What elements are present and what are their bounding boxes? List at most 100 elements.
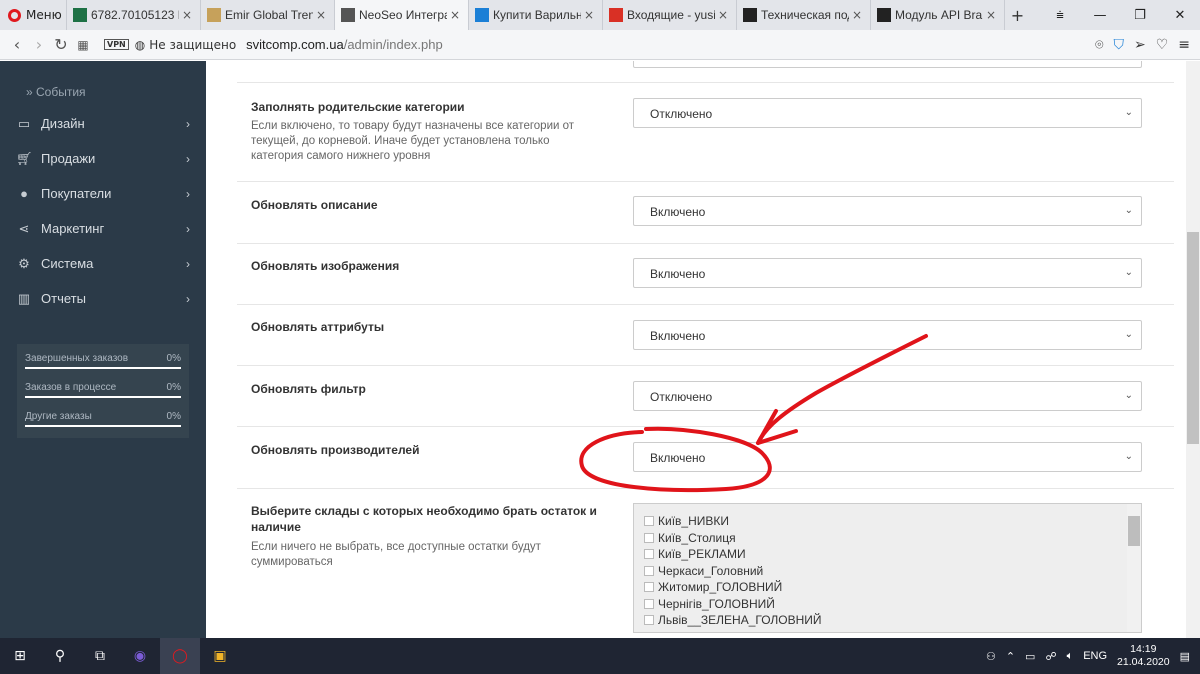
bar-chart-icon: ▥ [17,290,31,306]
sidebar-item-label: Покупатели [41,186,112,201]
sidebar-item[interactable]: ⋖ Маркетинг › [0,211,206,246]
shield-check-icon[interactable]: ⛉ [1113,37,1124,53]
order-stat: Завершенных заказов 0% [25,350,181,379]
sidebar-item[interactable]: ▥ Отчеты › [0,281,206,316]
close-tab-icon[interactable]: × [182,8,194,22]
browser-tab[interactable]: Emir Global Trend × [200,0,334,30]
browser-tab[interactable]: Модуль API Brain × [870,0,1004,30]
share-icon: ⋖ [18,220,30,236]
speed-dial-icon[interactable]: ▦ [72,38,94,52]
sidebar-item[interactable]: ⚙ Система › [0,246,206,281]
checklist-scroll-thumb[interactable] [1128,516,1140,546]
forward-icon[interactable]: › [28,35,50,54]
browser-tab[interactable]: Входящие - yusik × [602,0,736,30]
tray-expand-icon[interactable]: ⌃ [1006,650,1015,663]
admin-sidebar: » События ▭ Дизайн › 🛒︎ Продажи › ● Покупатели ›… [0,61,206,638]
clock-time: 14:19 [1130,643,1157,655]
gmail-icon [609,8,623,22]
warehouse-option[interactable]: Чернігів_ГОЛОВНИЙ [634,596,1141,613]
task-view-icon[interactable]: ⧉ [80,638,120,674]
opera-menu-button[interactable]: Меню [0,0,66,30]
new-tab-button[interactable]: + [1004,0,1030,30]
system-tray: ⚇ ⌃ ▭ ☍ 🔈︎ ENG 14:19 21.04.2020 ▤ [986,643,1200,669]
update-attributes-select[interactable]: Включено ⌄ [633,320,1142,350]
explorer-icon[interactable]: ▣ [200,638,240,674]
warehouse-option[interactable]: Київ_НИВКИ [634,513,1141,530]
back-icon[interactable]: ‹ [6,35,28,54]
close-tab-icon[interactable]: × [584,8,596,22]
update-manufacturers-select[interactable]: Включено ⌄ [633,442,1142,472]
warehouse-option[interactable]: Житомир_ГОЛОВНИЙ [634,579,1141,596]
update-manufacturers-label: Обновлять производителей [251,443,420,457]
checkbox[interactable] [644,532,654,543]
previous-select[interactable] [633,61,1142,68]
stat-label: Другие заказы [25,411,92,422]
heart-icon[interactable]: ♡ [1156,37,1169,53]
browser-tab[interactable]: NeoSeo Интеграция× [334,0,468,30]
opera-taskbar-icon[interactable]: ◯ [160,638,200,674]
monitor-icon: ▭ [17,115,31,131]
close-tab-icon[interactable]: × [718,8,730,22]
viber-icon[interactable]: ◉ [120,638,160,674]
sidebar-item[interactable]: 🛒︎ Продажи › [0,141,206,176]
checkbox[interactable] [644,565,654,576]
network-icon[interactable]: ☍ [1045,650,1056,663]
browser-tab[interactable]: Техническая подд× [736,0,870,30]
send-icon[interactable]: ➢ [1134,37,1146,53]
camera-icon[interactable]: ⌾ [1095,37,1103,53]
warehouse-option[interactable]: Львів__ЗЕЛЕНА_ГОЛОВНИЙ [634,612,1141,629]
tab-title: NeoSeo Интеграция [359,8,447,22]
checkbox[interactable] [644,549,654,560]
update-filter-label: Обновлять фильтр [251,382,366,396]
battery-icon[interactable]: ▭ [1025,650,1035,663]
page-scroll-thumb[interactable] [1187,232,1199,444]
search-icon[interactable]: ⚲ [40,638,80,674]
sidebar-item[interactable]: ▭ Дизайн › [0,106,206,141]
close-tab-icon[interactable]: × [986,8,998,22]
checkbox[interactable] [644,598,654,609]
close-tab-icon[interactable]: × [852,8,864,22]
vpn-badge[interactable]: VPN [104,39,129,50]
sidebar-sub-item-events[interactable]: » События [0,78,206,106]
parent-categories-select[interactable]: Отключено ⌄ [633,98,1142,128]
checkbox[interactable] [644,582,654,593]
windows-start-icon[interactable]: ⊞ [0,638,40,674]
browser-tab[interactable]: Купити Варильні п× [468,0,602,30]
close-tab-icon[interactable]: × [450,8,462,22]
clock[interactable]: 14:19 21.04.2020 [1117,643,1170,669]
tab-menu-icon[interactable]: ⩧ [1040,0,1080,30]
volume-icon[interactable]: 🔈︎ [1067,650,1074,663]
select-value: Отключено [650,107,713,121]
order-stat: Заказов в процессе 0% [25,379,181,408]
checkbox[interactable] [644,516,654,527]
select-value: Включено [650,267,706,281]
warehouse-option-label: Київ_Столиця [658,530,736,545]
close-window-icon[interactable]: ✕ [1160,0,1200,30]
security-label[interactable]: Не защищено [149,38,236,52]
notifications-icon[interactable]: ▤ [1180,650,1190,663]
warehouse-option[interactable]: Черкаси_Головний [634,563,1141,580]
close-tab-icon[interactable]: × [316,8,328,22]
warehouse-option[interactable]: Київ_РЕКЛАМИ [634,546,1141,563]
reload-icon[interactable]: ↻ [50,35,72,54]
restore-icon[interactable]: ❐ [1120,0,1160,30]
checkbox[interactable] [644,615,654,626]
update-filter-select[interactable]: Отключено ⌄ [633,381,1142,411]
people-icon[interactable]: ⚇ [986,650,996,663]
sidebar-item[interactable]: ● Покупатели › [0,176,206,211]
update-images-select[interactable]: Включено ⌄ [633,258,1142,288]
update-description-select[interactable]: Включено ⌄ [633,196,1142,226]
browser-tab[interactable]: 6782.70105123 BTC× [66,0,200,30]
setting-row-parent-categories: Заполнять родительские категории Если вк… [237,83,1174,182]
minimize-icon[interactable]: — [1080,0,1120,30]
select-value: Включено [650,451,706,465]
menu-lines-icon[interactable]: ≡ [1178,37,1190,53]
setting-row-update-manufacturers: Обновлять производителей Включено ⌄ [237,427,1174,489]
select-value: Отключено [650,390,713,404]
language-indicator[interactable]: ENG [1083,650,1107,662]
url-field[interactable]: svitcomp.com.ua/admin/index.php [246,37,443,52]
warehouse-option[interactable]: Київ_Столиця [634,530,1141,547]
excel-icon [73,8,87,22]
chevron-down-icon: ⌄ [1124,329,1133,340]
update-images-label: Обновлять изображения [251,259,400,273]
